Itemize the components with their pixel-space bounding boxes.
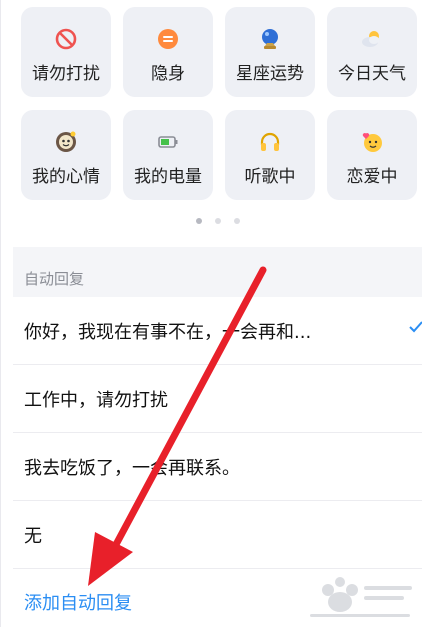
screen: 请勿打扰 隐身 星座运势 今日天气 我的心情 我的电量 听歌中 恋爱中 自动回复… — [0, 0, 422, 627]
pager-dot[interactable] — [234, 218, 240, 224]
tile-weather[interactable]: 今日天气 — [327, 7, 417, 97]
tile-mood[interactable]: 我的心情 — [21, 110, 111, 200]
auto-reply-text: 工作中，请勿打扰 — [24, 390, 168, 411]
invisible-icon — [158, 29, 178, 49]
tile-label: 星座运势 — [236, 64, 304, 84]
tile-label: 听歌中 — [244, 167, 296, 187]
pager-dot[interactable] — [215, 218, 221, 224]
pager-dot-active[interactable] — [196, 218, 202, 224]
mood-icon — [56, 131, 76, 152]
auto-reply-item[interactable]: 我去吃饭了，一会再联系。 — [13, 434, 422, 501]
auto-reply-item[interactable]: 你好，我现在有事不在，一会再和... — [13, 298, 422, 365]
auto-reply-text: 无 — [24, 526, 42, 547]
auto-reply-text: 我去吃饭了，一会再联系。 — [24, 458, 240, 479]
tile-in-love[interactable]: 恋爱中 — [327, 110, 417, 200]
auto-reply-item[interactable]: 无 — [13, 502, 422, 569]
tile-battery[interactable]: 我的电量 — [123, 110, 213, 200]
add-auto-reply-link[interactable]: 添加自动回复 — [24, 589, 132, 615]
tile-label: 今日天气 — [338, 64, 406, 84]
weather-icon — [362, 31, 379, 47]
headphones-icon — [260, 132, 280, 151]
check-icon — [409, 321, 422, 333]
crystal-ball-icon — [262, 29, 278, 49]
left-border — [0, 0, 1, 627]
auto-reply-text: 你好，我现在有事不在，一会再和... — [24, 322, 312, 343]
section-title: 自动回复 — [24, 270, 85, 288]
watermark-logo — [310, 577, 412, 617]
no-entry-icon — [55, 28, 77, 50]
in-love-icon — [362, 133, 382, 152]
tile-do-not-disturb[interactable]: 请勿打扰 — [21, 7, 111, 97]
pager-dots — [0, 218, 422, 228]
tile-label: 隐身 — [151, 64, 185, 84]
tile-label: 恋爱中 — [346, 167, 398, 187]
tile-listening[interactable]: 听歌中 — [225, 110, 315, 200]
auto-reply-item[interactable]: 工作中，请勿打扰 — [13, 366, 422, 433]
tile-invisible[interactable]: 隐身 — [123, 7, 213, 97]
battery-icon — [158, 136, 178, 148]
tile-label: 我的心情 — [32, 167, 100, 187]
tile-label: 请勿打扰 — [32, 64, 100, 84]
tile-label: 我的电量 — [134, 167, 202, 187]
tile-horoscope[interactable]: 星座运势 — [225, 7, 315, 97]
